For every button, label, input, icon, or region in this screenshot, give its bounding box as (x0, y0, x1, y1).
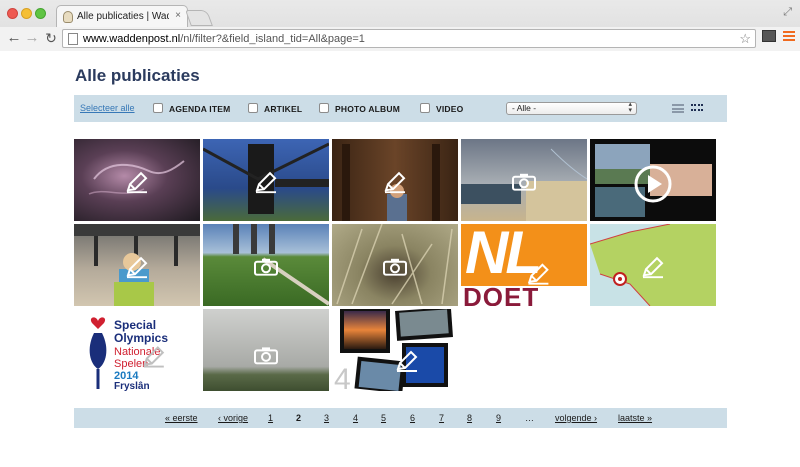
browser-toolbar: ← → ↻ www.waddenpost.nl/nl/filter?&field… (0, 27, 800, 51)
publication-tile[interactable] (461, 139, 587, 221)
pencil-icon (642, 256, 664, 279)
publication-tile[interactable] (203, 139, 329, 221)
url-text[interactable]: www.waddenpost.nl/nl/filter?&field_islan… (83, 33, 365, 45)
page-title: Alle publicaties (75, 66, 200, 85)
publication-tile[interactable] (74, 224, 200, 306)
pager-prev[interactable]: ‹ vorige (218, 413, 248, 423)
play-icon (634, 165, 672, 203)
tab-close-icon[interactable]: × (175, 10, 181, 21)
address-bar[interactable]: www.waddenpost.nl/nl/filter?&field_islan… (62, 29, 756, 48)
page-icon (68, 33, 78, 45)
pencil-icon (255, 171, 277, 194)
agenda-item-label[interactable]: AGENDA ITEM (169, 104, 230, 114)
pager-page-4[interactable]: 4 (353, 413, 358, 423)
pager-page-6[interactable]: 6 (410, 413, 415, 423)
photo-album-label[interactable]: PHOTO ALBUM (335, 104, 400, 114)
publication-tile[interactable] (590, 224, 716, 306)
extension-icon[interactable] (762, 30, 776, 42)
favicon-icon (63, 11, 73, 23)
pencil-icon (143, 346, 165, 368)
browser-tab[interactable]: Alle publicaties | Waddenp × (56, 5, 188, 27)
agenda-item-checkbox[interactable] (153, 103, 163, 113)
grid-view-icon[interactable] (691, 104, 704, 113)
new-tab-button[interactable] (185, 10, 213, 26)
publication-tile[interactable]: Special Olympics Nationale Spelen 2014 F… (74, 309, 200, 391)
tab-title: Alle publicaties | Waddenp (77, 11, 169, 22)
fullscreen-icon[interactable]: ⤢ (783, 6, 792, 19)
island-select[interactable]: - Alle - ▴ ▾ (506, 101, 637, 115)
list-view-icon[interactable] (672, 104, 684, 113)
zoom-window-button[interactable] (35, 8, 46, 19)
nl-doet-logo-text: DOET (463, 282, 540, 306)
video-checkbox[interactable] (420, 103, 430, 113)
publication-tile[interactable] (74, 139, 200, 221)
count-badge: 4 (334, 363, 351, 391)
island-select-value: - Alle - (512, 103, 537, 113)
artikel-checkbox[interactable] (248, 103, 258, 113)
pencil-icon (396, 350, 418, 372)
select-arrows-icon: ▴ ▾ (628, 101, 632, 114)
pencil-icon (527, 263, 549, 285)
back-arrow-icon[interactable]: ← (6, 30, 22, 46)
bookmark-star-icon[interactable]: ☆ (739, 31, 751, 47)
browser-chrome: Alle publicaties | Waddenp × ⤢ ← → ↻ www… (0, 0, 800, 51)
filter-bar: Selecteer alle AGENDA ITEM ARTIKEL PHOTO… (74, 95, 727, 122)
pager-page-7[interactable]: 7 (439, 413, 444, 423)
svg-text:Special: Special (114, 318, 156, 332)
pager-last[interactable]: laatste » (618, 413, 652, 423)
pencil-icon (126, 171, 148, 194)
svg-text:Olympics: Olympics (114, 331, 168, 345)
photo-album-checkbox[interactable] (319, 103, 329, 113)
pager-current-page: 2 (296, 413, 302, 423)
reload-icon[interactable]: ↻ (43, 30, 59, 46)
camera-icon (254, 347, 278, 365)
url-path: /nl/filter?&field_island_tid=All&page=1 (180, 33, 365, 45)
browser-menu-icon[interactable] (783, 31, 795, 41)
publication-tile[interactable] (203, 224, 329, 306)
minimize-window-button[interactable] (21, 8, 32, 19)
publication-tile[interactable] (590, 139, 716, 221)
video-label[interactable]: VIDEO (436, 104, 463, 114)
publication-tile[interactable] (332, 139, 458, 221)
pager: « eerste ‹ vorige 1 2 3 4 5 6 7 8 9 … vo… (74, 408, 727, 428)
select-all-link[interactable]: Selecteer alle (80, 103, 135, 113)
camera-icon (254, 258, 278, 276)
forward-arrow-icon[interactable]: → (24, 30, 40, 46)
pager-ellipsis: … (525, 413, 534, 423)
pager-page-9[interactable]: 9 (496, 413, 501, 423)
pager-page-3[interactable]: 3 (324, 413, 329, 423)
url-host: www.waddenpost.nl (83, 33, 181, 45)
artikel-label[interactable]: ARTIKEL (264, 104, 302, 114)
pager-page-8[interactable]: 8 (467, 413, 472, 423)
publication-tile[interactable]: 4 (332, 309, 458, 391)
pager-next[interactable]: volgende › (555, 413, 597, 423)
pager-first[interactable]: « eerste (165, 413, 198, 423)
publication-tile[interactable] (332, 224, 458, 306)
close-window-button[interactable] (7, 8, 18, 19)
publication-tile[interactable]: NL DOET (461, 224, 587, 306)
pager-page-5[interactable]: 5 (381, 413, 386, 423)
pencil-icon (126, 256, 148, 279)
publication-tile[interactable] (203, 309, 329, 391)
svg-text:Fryslân: Fryslân (114, 381, 150, 391)
tile-image: Special Olympics Nationale Spelen 2014 F… (89, 317, 168, 391)
pager-page-1[interactable]: 1 (268, 413, 273, 423)
camera-icon (383, 258, 407, 276)
pencil-icon (384, 171, 406, 194)
camera-icon (512, 173, 536, 191)
